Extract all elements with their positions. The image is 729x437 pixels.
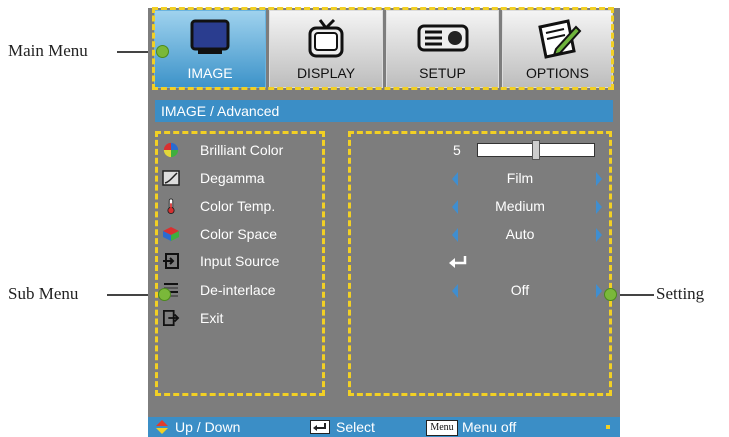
main-menu-highlight	[152, 7, 614, 90]
select-key-icon	[310, 420, 330, 434]
menu-key-icon: Menu	[426, 420, 458, 436]
breadcrumb: IMAGE / Advanced	[155, 100, 613, 122]
osd-footer: Up / Down Select Menu Menu off	[148, 417, 620, 437]
sub-menu-callout-dot	[158, 288, 171, 301]
sub-menu-highlight	[155, 131, 325, 396]
up-down-icon	[156, 420, 168, 434]
setting-callout: Setting	[656, 284, 705, 303]
footer-menu-off-label: Menu off	[462, 419, 517, 435]
main-menu-callout: Main Menu	[8, 41, 88, 60]
sub-menu-callout: Sub Menu	[8, 284, 79, 303]
setting-callout-dot	[604, 288, 617, 301]
setting-highlight	[348, 131, 612, 396]
footer-indicator-dot	[606, 425, 610, 429]
main-menu-callout-dot	[156, 45, 169, 58]
footer-updown-label: Up / Down	[175, 419, 241, 435]
footer-select-label: Select	[336, 419, 375, 435]
